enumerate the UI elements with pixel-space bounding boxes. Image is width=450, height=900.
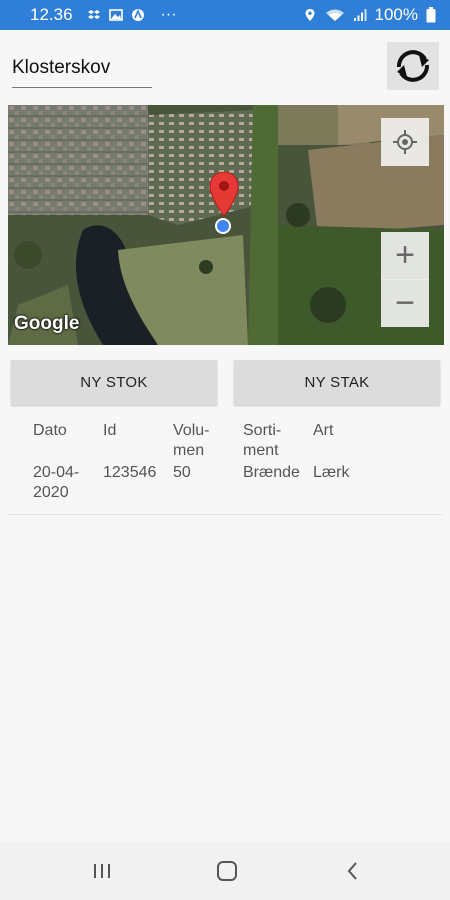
column-header-sortiment: Sorti- ment <box>243 422 282 459</box>
dropbox-icon <box>87 10 100 19</box>
home-button[interactable] <box>212 858 242 884</box>
recents-button[interactable] <box>87 858 117 884</box>
back-button[interactable] <box>338 858 368 884</box>
system-nav-bar <box>0 842 450 900</box>
status-bar: 12.36 ··· 100% <box>0 0 450 30</box>
column-header-id: Id <box>103 422 117 439</box>
cell-volumen: 50 <box>173 464 191 481</box>
records-table: Dato Id Volu- men Sorti- ment Art 20-04-… <box>8 415 442 515</box>
cell-sortiment: Brænde <box>243 464 300 481</box>
battery-percent: 100% <box>374 5 418 24</box>
column-header-volumen: Volu- men <box>173 422 210 459</box>
wifi-icon <box>325 9 344 21</box>
sync-icon <box>397 50 429 82</box>
app-icon <box>131 8 144 21</box>
battery-icon <box>426 7 436 23</box>
signal-icon <box>353 9 367 21</box>
header: Klosterskov <box>0 30 450 102</box>
cell-art: Lærk <box>313 464 350 481</box>
cell-dato: 20-04- 2020 <box>33 464 80 501</box>
status-overflow-dots: ··· <box>160 6 177 23</box>
gallery-icon <box>108 9 123 21</box>
column-header-dato: Dato <box>33 422 67 439</box>
status-time: 12.36 <box>30 5 73 24</box>
cell-id: 123546 <box>103 464 157 481</box>
recents-icon <box>94 864 110 878</box>
current-location-dot <box>215 218 231 234</box>
locate-icon <box>393 130 417 154</box>
zoom-in-button[interactable]: + <box>381 232 429 280</box>
map-view[interactable]: + − Google <box>8 105 444 345</box>
google-logo: Google <box>14 313 80 334</box>
back-icon <box>347 862 357 880</box>
map-marker-icon[interactable] <box>208 172 240 220</box>
home-icon <box>217 861 237 881</box>
new-stak-button[interactable]: NY STAK <box>234 360 440 405</box>
column-header-art: Art <box>313 422 334 439</box>
sync-button[interactable] <box>387 42 439 90</box>
new-stok-button[interactable]: NY STOK <box>11 360 217 405</box>
my-location-button[interactable] <box>381 118 429 166</box>
zoom-out-button[interactable]: − <box>381 279 429 327</box>
location-name-field[interactable]: Klosterskov <box>12 56 152 88</box>
location-icon <box>305 9 315 21</box>
